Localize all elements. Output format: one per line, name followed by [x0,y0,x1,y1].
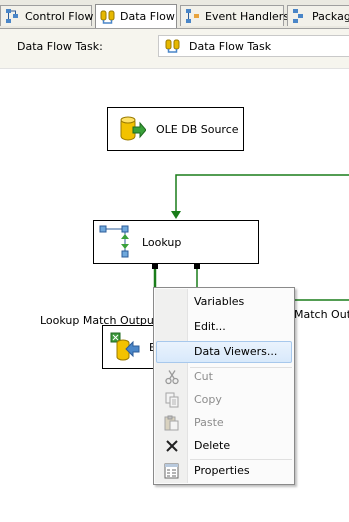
source-to-lookup-path[interactable] [175,174,349,212]
menu-item-properties[interactable]: Properties [156,460,292,482]
data-flow-icon [100,10,115,24]
properties-icon [164,463,179,479]
menu-item-copy[interactable]: Copy [156,389,292,411]
menu-item-edit[interactable]: Edit... [156,316,292,338]
ole-db-source-label: OLE DB Source [156,122,239,136]
path-arrowhead [171,211,181,219]
paste-icon [164,415,179,431]
tab-data-flow[interactable]: Data Flow [95,4,177,28]
database-source-icon [120,116,146,141]
ole-db-source-component[interactable]: OLE DB Source [107,107,244,151]
menu-item-delete[interactable]: Delete [156,435,292,457]
cut-icon [165,370,179,385]
menu-item-variables[interactable]: Variables [156,291,292,313]
match-output-label-partial[interactable]: Match Outp [294,308,349,321]
menu-item-cut[interactable]: Cut [156,366,292,388]
excel-destination-icon [110,332,140,361]
context-menu: Variables Edit... Data Viewers... Cut Co… [153,287,295,485]
lookup-icon [99,225,129,258]
delete-icon [166,440,178,452]
lookup-label: Lookup [142,235,182,249]
copy-icon [165,392,179,408]
menu-item-data-viewers[interactable]: Data Viewers... [156,341,292,363]
menu-item-paste[interactable]: Paste [156,412,292,434]
lookup-component[interactable]: Lookup [93,220,259,264]
